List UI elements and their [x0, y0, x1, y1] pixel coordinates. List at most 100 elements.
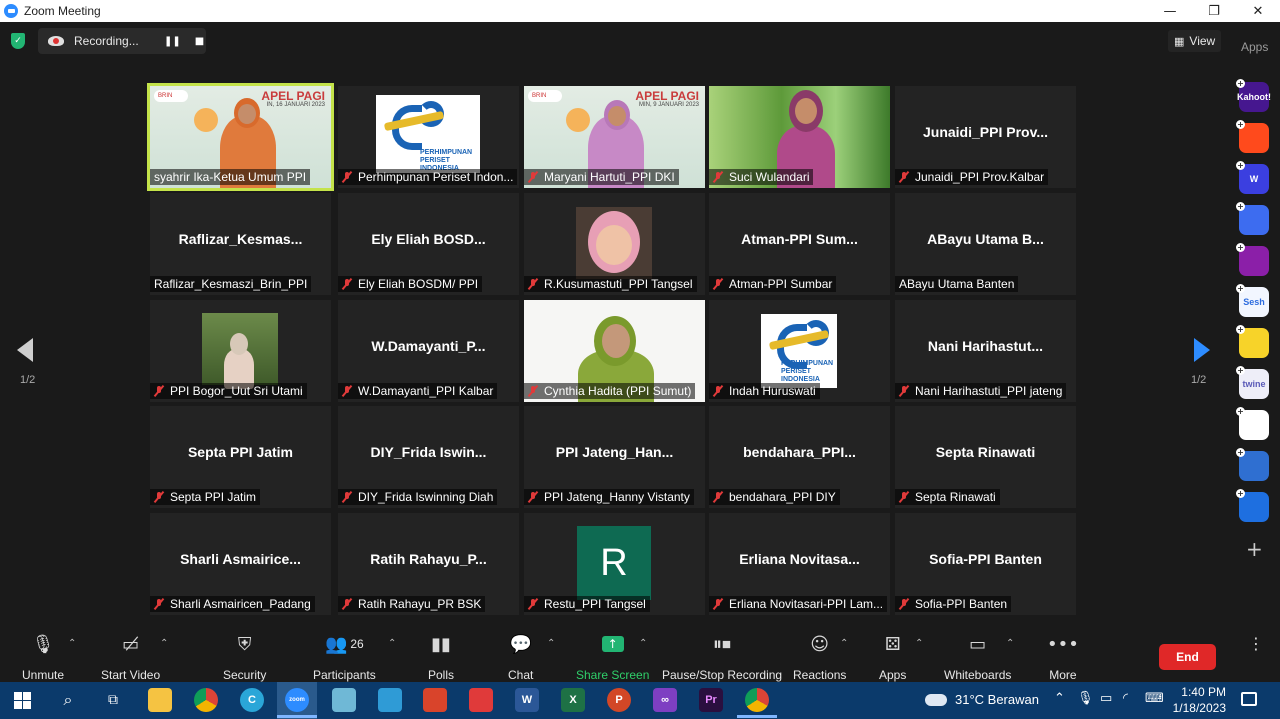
app-icon-twine[interactable]: + twine: [1236, 366, 1269, 399]
keyboard-icon[interactable]: ⌨: [1145, 691, 1164, 706]
participant-tile[interactable]: BRIN APEL PAGI IN, 16 JANUARI 2023 syahr…: [147, 83, 334, 191]
chrome-profile-icon[interactable]: [737, 688, 777, 718]
previous-page-arrow-icon[interactable]: [17, 338, 33, 362]
participant-tile[interactable]: Suci Wulandari: [709, 86, 890, 188]
end-meeting-button[interactable]: End: [1159, 644, 1216, 670]
reactions-caret-icon[interactable]: ⌃: [840, 638, 848, 649]
app-icon-app-7[interactable]: +: [1236, 325, 1269, 358]
participant-tile[interactable]: DIY_Frida Iswin... DIY_Frida Iswinning D…: [338, 406, 519, 508]
mendeley-icon[interactable]: [469, 688, 493, 712]
encryption-shield-icon[interactable]: ✓: [11, 33, 25, 49]
app-icon-app-9[interactable]: +: [1236, 407, 1269, 440]
search-icon[interactable]: ⌕: [56, 688, 80, 712]
restore-button[interactable]: ❐: [1192, 0, 1236, 22]
participant-tile[interactable]: ABayu Utama B... ABayu Utama Banten: [895, 193, 1076, 295]
notepad-icon[interactable]: [332, 688, 356, 712]
participant-tile[interactable]: Cynthia Hadita (PPI Sumut): [524, 300, 705, 402]
next-page-arrow-icon[interactable]: [1194, 338, 1210, 362]
app-icon-app-5[interactable]: +: [1236, 243, 1269, 276]
participant-tile[interactable]: Septa PPI Jatim Septa PPI Jatim: [150, 406, 331, 508]
apps-button[interactable]: ⚄ Apps: [879, 630, 906, 683]
image-viewer-icon[interactable]: [378, 688, 402, 712]
microphone-tray-icon[interactable]: 🎙: [1077, 691, 1094, 706]
participant-display-name: Atman-PPI Sum...: [741, 231, 858, 247]
app-icon-sesh[interactable]: + Sesh: [1236, 284, 1269, 317]
pause-stop-recording-button[interactable]: ⏸⏹ Pause/Stop Recording: [662, 630, 782, 683]
wifi-icon[interactable]: ◜: [1123, 691, 1128, 706]
app-icon-app-10[interactable]: +: [1236, 448, 1269, 481]
system-clock[interactable]: 1:40 PM 1/18/2023: [1172, 684, 1226, 716]
kebab-menu-icon[interactable]: ⋮: [1248, 634, 1264, 653]
participant-tile[interactable]: Septa Rinawati Septa Rinawati: [895, 406, 1076, 508]
participant-tile[interactable]: bendahara_PPI... bendahara_PPI DIY: [709, 406, 890, 508]
add-app-icon[interactable]: +: [1246, 537, 1263, 561]
add-app-plus-icon: +: [1236, 120, 1245, 129]
canva-icon[interactable]: C: [240, 688, 264, 712]
participant-tile[interactable]: PERHIMPUNAN PERISET INDONESIA Indah Hurusw…: [709, 300, 890, 402]
chat-caret-icon[interactable]: ⌃: [547, 638, 555, 649]
reactions-button[interactable]: ☺ Reactions: [793, 630, 846, 683]
chat-button[interactable]: 💬 Chat: [508, 630, 533, 683]
acrobat-icon[interactable]: [423, 688, 447, 712]
participant-tile[interactable]: Sofia-PPI Banten Sofia-PPI Banten: [895, 513, 1076, 615]
participant-tile[interactable]: PPI Jateng_Han... PPI Jateng_Hanny Vista…: [524, 406, 705, 508]
whiteboards-caret-icon[interactable]: ⌃: [1006, 638, 1014, 649]
participants-button[interactable]: 👥 26 Participants: [313, 630, 376, 683]
participant-tile[interactable]: Erliana Novitasa... Erliana Novitasari-P…: [709, 513, 890, 615]
participant-tile[interactable]: R Restu_PPI Tangsel: [524, 513, 705, 615]
powerpoint-icon[interactable]: P: [607, 688, 631, 712]
participant-name-label: ABayu Utama Banten: [895, 276, 1019, 292]
view-button[interactable]: ▦ View: [1168, 30, 1222, 52]
video-options-caret-icon[interactable]: ⌃: [160, 638, 168, 649]
participants-caret-icon[interactable]: ⌃: [388, 638, 396, 649]
participant-tile[interactable]: R.Kusumastuti_PPI Tangsel: [524, 193, 705, 295]
weather-widget[interactable]: 31°C Berawan: [925, 692, 1039, 707]
participant-tile[interactable]: Nani Harihastut... Nani Harihastuti_PPI …: [895, 300, 1076, 402]
participant-tile[interactable]: Sharli Asmairice... Sharli Asmairicen_Pa…: [150, 513, 331, 615]
muted-microphone-icon: [899, 491, 909, 503]
chrome-icon[interactable]: [194, 688, 218, 712]
excel-icon[interactable]: X: [561, 688, 585, 712]
security-shield-icon: ⛨: [237, 633, 252, 655]
participant-tile[interactable]: Junaidi_PPI Prov... Junaidi_PPI Prov.Kal…: [895, 86, 1076, 188]
word-icon[interactable]: W: [515, 688, 539, 712]
more-button[interactable]: ••• More: [1047, 630, 1079, 683]
battery-icon[interactable]: ▭: [1100, 691, 1112, 706]
security-button[interactable]: ⛨ Security: [223, 630, 266, 683]
share-screen-caret-icon[interactable]: ⌃: [639, 638, 647, 649]
participant-tile[interactable]: BRIN APEL PAGI MIN, 9 JANUARI 2023 Marya…: [524, 86, 705, 188]
pause-recording-button[interactable]: ❚❚: [164, 36, 181, 47]
app-icon-w[interactable]: + W: [1236, 161, 1269, 194]
minimize-button[interactable]: —: [1148, 0, 1192, 22]
apps-caret-icon[interactable]: ⌃: [915, 638, 923, 649]
audio-options-caret-icon[interactable]: ⌃: [68, 638, 76, 649]
premiere-icon[interactable]: Pr: [699, 688, 723, 712]
notification-icon[interactable]: [1241, 692, 1257, 706]
close-button[interactable]: ✕: [1236, 0, 1280, 22]
participant-tile[interactable]: W.Damayanti_P... W.Damayanti_PPI Kalbar: [338, 300, 519, 402]
participant-video: [202, 313, 278, 389]
participant-tile[interactable]: PERHIMPUNANPERISETINDONESIA Perhimpunan …: [338, 86, 519, 188]
app-icon-kahoot-[interactable]: + Kahoot!: [1236, 79, 1271, 112]
zoom-taskbar-icon[interactable]: zoom: [277, 688, 317, 718]
participant-tile[interactable]: Raflizar_Kesmas... Raflizar_Kesmaszi_Bri…: [150, 193, 331, 295]
task-view-icon[interactable]: ⧉: [101, 688, 125, 712]
stop-recording-button[interactable]: ■: [195, 36, 204, 47]
participant-name: bendahara_PPI DIY: [729, 490, 836, 504]
unmute-button[interactable]: 🎙 Unmute: [22, 630, 64, 683]
app-icon-app-4[interactable]: +: [1236, 202, 1269, 235]
tray-chevron-icon[interactable]: ⌃: [1054, 691, 1065, 706]
app-icon-app-11[interactable]: +: [1236, 489, 1269, 522]
start-video-button[interactable]: ▭̸ Start Video: [101, 630, 160, 683]
participant-tile[interactable]: Ratih Rahayu_P... Ratih Rahayu_PR BSK: [338, 513, 519, 615]
participant-tile[interactable]: Atman-PPI Sum... Atman-PPI Sumbar: [709, 193, 890, 295]
whiteboards-button[interactable]: ▭ Whiteboards: [944, 630, 1011, 683]
file-explorer-icon[interactable]: [148, 688, 172, 712]
app-icon-app-2[interactable]: +: [1236, 120, 1269, 153]
participant-tile[interactable]: PPI Bogor_Uut Sri Utami: [150, 300, 331, 402]
participant-tile[interactable]: Ely Eliah BOSD... Ely Eliah BOSDM/ PPI: [338, 193, 519, 295]
polls-button[interactable]: ▮▮ Polls: [428, 630, 454, 683]
participant-name: DIY_Frida Iswinning Diah: [358, 490, 494, 504]
windows-start-icon[interactable]: [10, 688, 34, 712]
visual-studio-icon[interactable]: ∞: [653, 688, 677, 712]
